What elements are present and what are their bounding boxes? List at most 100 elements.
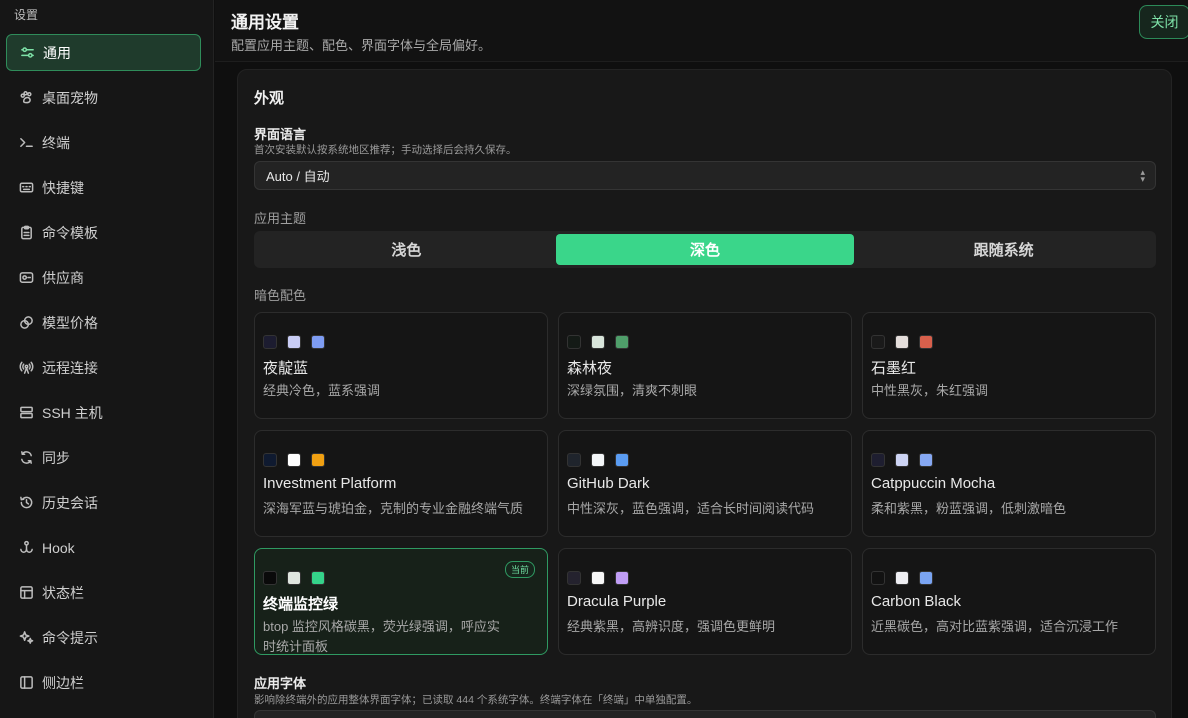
color-swatch <box>263 453 277 467</box>
sidebar-item-command-templates[interactable]: 命令模板 <box>6 214 201 251</box>
sidebar-item-command-hints[interactable]: 命令提示 <box>6 619 201 656</box>
color-swatch <box>615 571 629 585</box>
sidebar-item-sidebar[interactable]: 侧边栏 <box>6 664 201 701</box>
scheme-name: Carbon Black <box>871 593 962 610</box>
scheme-name: Catppuccin Mocha <box>871 475 996 492</box>
sidebar-icon <box>18 675 34 691</box>
appearance-card: 外观 界面语言 首次安装默认按系统地区推荐；手动选择后会持久保存。 Auto /… <box>237 69 1172 718</box>
color-swatch <box>919 571 933 585</box>
color-swatch <box>263 571 277 585</box>
theme-option-system[interactable]: 跟随系统 <box>854 234 1153 265</box>
sidebar-item-statusbar[interactable]: 状态栏 <box>6 574 201 611</box>
language-hint: 首次安装默认按系统地区推荐；手动选择后会持久保存。 <box>254 144 517 156</box>
font-select[interactable] <box>254 710 1156 718</box>
close-button[interactable]: 关闭 <box>1139 5 1188 39</box>
scheme-desc: 近黑碳色，高对比蓝紫强调，适合沉浸工作 <box>871 619 1119 634</box>
sidebar-item-general[interactable]: 通用 <box>6 34 201 71</box>
color-swatch <box>895 453 909 467</box>
sidebar-item-label: 桌面宠物 <box>42 89 98 106</box>
color-swatch <box>871 571 885 585</box>
sidebar-item-label: SSH 主机 <box>42 404 103 421</box>
current-badge: 当前 <box>504 561 535 578</box>
page-subtitle: 配置应用主题、配色、界面字体与全局偏好。 <box>231 38 492 53</box>
language-select-value: Auto / 自动 <box>266 169 330 184</box>
sidebar-item-history[interactable]: 历史会话 <box>6 484 201 521</box>
scheme-name: 石墨红 <box>871 360 917 377</box>
color-swatch <box>311 453 325 467</box>
sidebar-item-ssh-hosts[interactable]: SSH 主机 <box>6 394 201 431</box>
color-swatch <box>615 453 629 467</box>
scheme-card-catppuccin-mocha[interactable]: Catppuccin Mocha 柔和紫黑，粉蓝强调，低刺激暗色 <box>862 430 1156 537</box>
sidebar-item-remote-connection[interactable]: 远程连接 <box>6 349 201 386</box>
updown-caret-icon: ▴ ▾ <box>1140 167 1145 184</box>
scheme-card-investment-platform[interactable]: Investment Platform 深海军蓝与琥珀金，克制的专业金融终端气质 <box>254 430 548 537</box>
paw-icon <box>18 90 34 106</box>
sidebar-item-providers[interactable]: 供应商 <box>6 259 201 296</box>
sidebar-item-terminal[interactable]: 终端 <box>6 124 201 161</box>
language-select[interactable]: Auto / 自动 ▴ ▾ <box>254 161 1156 190</box>
sidebar-item-shortcuts[interactable]: 快捷键 <box>6 169 201 206</box>
sidebar-item-label: 侧边栏 <box>42 674 84 691</box>
terminal-icon <box>18 135 34 151</box>
sidebar-item-hook[interactable]: Hook <box>6 529 201 566</box>
color-swatch <box>311 571 325 585</box>
color-swatch <box>567 453 581 467</box>
scheme-card-graphite-red[interactable]: 石墨红 中性黑灰，朱红强调 <box>862 312 1156 419</box>
scheme-desc: 深海军蓝与琥珀金，克制的专业金融终端气质 <box>263 501 524 516</box>
radio-icon <box>18 360 34 376</box>
color-swatch <box>895 571 909 585</box>
scheme-card-terminal-monitor-green[interactable]: 当前 终端监控绿 btop 监控风格碳黑，荧光绿强调，呼应实时统计面板 <box>254 548 548 655</box>
scheme-name: Dracula Purple <box>567 593 667 610</box>
sidebar-item-label: 通用 <box>43 44 71 61</box>
scheme-desc: btop 监控风格碳黑，荧光绿强调，呼应实时统计面板 <box>263 619 500 654</box>
scheme-card-dracula-purple[interactable]: Dracula Purple 经典紫黑，高辨识度，强调色更鲜明 <box>558 548 852 655</box>
sidebar-item-label: 模型价格 <box>42 314 98 331</box>
scheme-card-carbon-black[interactable]: Carbon Black 近黑碳色，高对比蓝紫强调，适合沉浸工作 <box>862 548 1156 655</box>
scheme-desc: 经典紫黑，高辨识度，强调色更鲜明 <box>567 619 776 634</box>
scheme-name: Investment Platform <box>263 475 397 492</box>
hook-icon <box>18 540 34 556</box>
sidebar-item-label: 历史会话 <box>42 494 98 511</box>
sidebar-item-label: 状态栏 <box>42 584 84 601</box>
page-title: 通用设置 <box>231 13 299 32</box>
color-swatch <box>591 335 605 349</box>
color-swatch <box>591 571 605 585</box>
sidebar-title: 设置 <box>14 8 39 22</box>
history-icon <box>18 495 34 511</box>
layout-icon <box>18 585 34 601</box>
language-label: 界面语言 <box>254 127 307 142</box>
sidebar-nav: 通用 桌面宠物 终端 快捷键 命令模板 供应商 模型价格 远程连接 SSH 主机… <box>6 34 201 709</box>
server-icon <box>18 405 34 421</box>
swatch-row <box>871 571 933 585</box>
sparkle-icon <box>18 630 34 646</box>
theme-option-dark[interactable]: 深色 <box>555 234 855 265</box>
scheme-name: GitHub Dark <box>567 475 650 492</box>
sidebar-item-label: 供应商 <box>42 269 84 286</box>
sidebar-item-sync[interactable]: 同步 <box>6 439 201 476</box>
scheme-name: 终端监控绿 <box>263 596 339 613</box>
scheme-card-midnight-indigo[interactable]: 夜靛蓝 经典冷色，蓝系强调 <box>254 312 548 419</box>
swatch-row <box>263 335 325 349</box>
color-swatch <box>287 335 301 349</box>
clipboard-icon <box>18 225 34 241</box>
sidebar-item-model-pricing[interactable]: 模型价格 <box>6 304 201 341</box>
section-title: 外观 <box>254 90 285 107</box>
swatch-row <box>871 453 933 467</box>
color-swatch <box>871 453 885 467</box>
scheme-card-github-dark[interactable]: GitHub Dark 中性深灰，蓝色强调，适合长时间阅读代码 <box>558 430 852 537</box>
font-hint: 影响除终端外的应用整体界面字体；已读取 444 个系统字体。终端字体在「终端」中… <box>254 694 698 706</box>
color-swatch <box>919 453 933 467</box>
color-swatch <box>615 335 629 349</box>
font-label: 应用字体 <box>254 676 307 691</box>
scheme-name: 夜靛蓝 <box>263 360 309 377</box>
scheme-card-forest-night[interactable]: 森林夜 深绿氛围，清爽不刺眼 <box>558 312 852 419</box>
theme-label: 应用主题 <box>254 211 307 226</box>
sidebar-item-desktop-pet[interactable]: 桌面宠物 <box>6 79 201 116</box>
theme-option-light[interactable]: 浅色 <box>257 234 556 265</box>
sync-icon <box>18 450 34 466</box>
dark-scheme-label: 暗色配色 <box>254 288 307 303</box>
scheme-grid: 夜靛蓝 经典冷色，蓝系强调 森林夜 深绿氛围，清爽不刺眼 石墨红 中性黑灰，朱红… <box>254 312 1156 655</box>
swatch-row <box>263 453 325 467</box>
swatch-row <box>567 571 629 585</box>
page-header: 通用设置 配置应用主题、配色、界面字体与全局偏好。 关闭 <box>215 0 1188 62</box>
